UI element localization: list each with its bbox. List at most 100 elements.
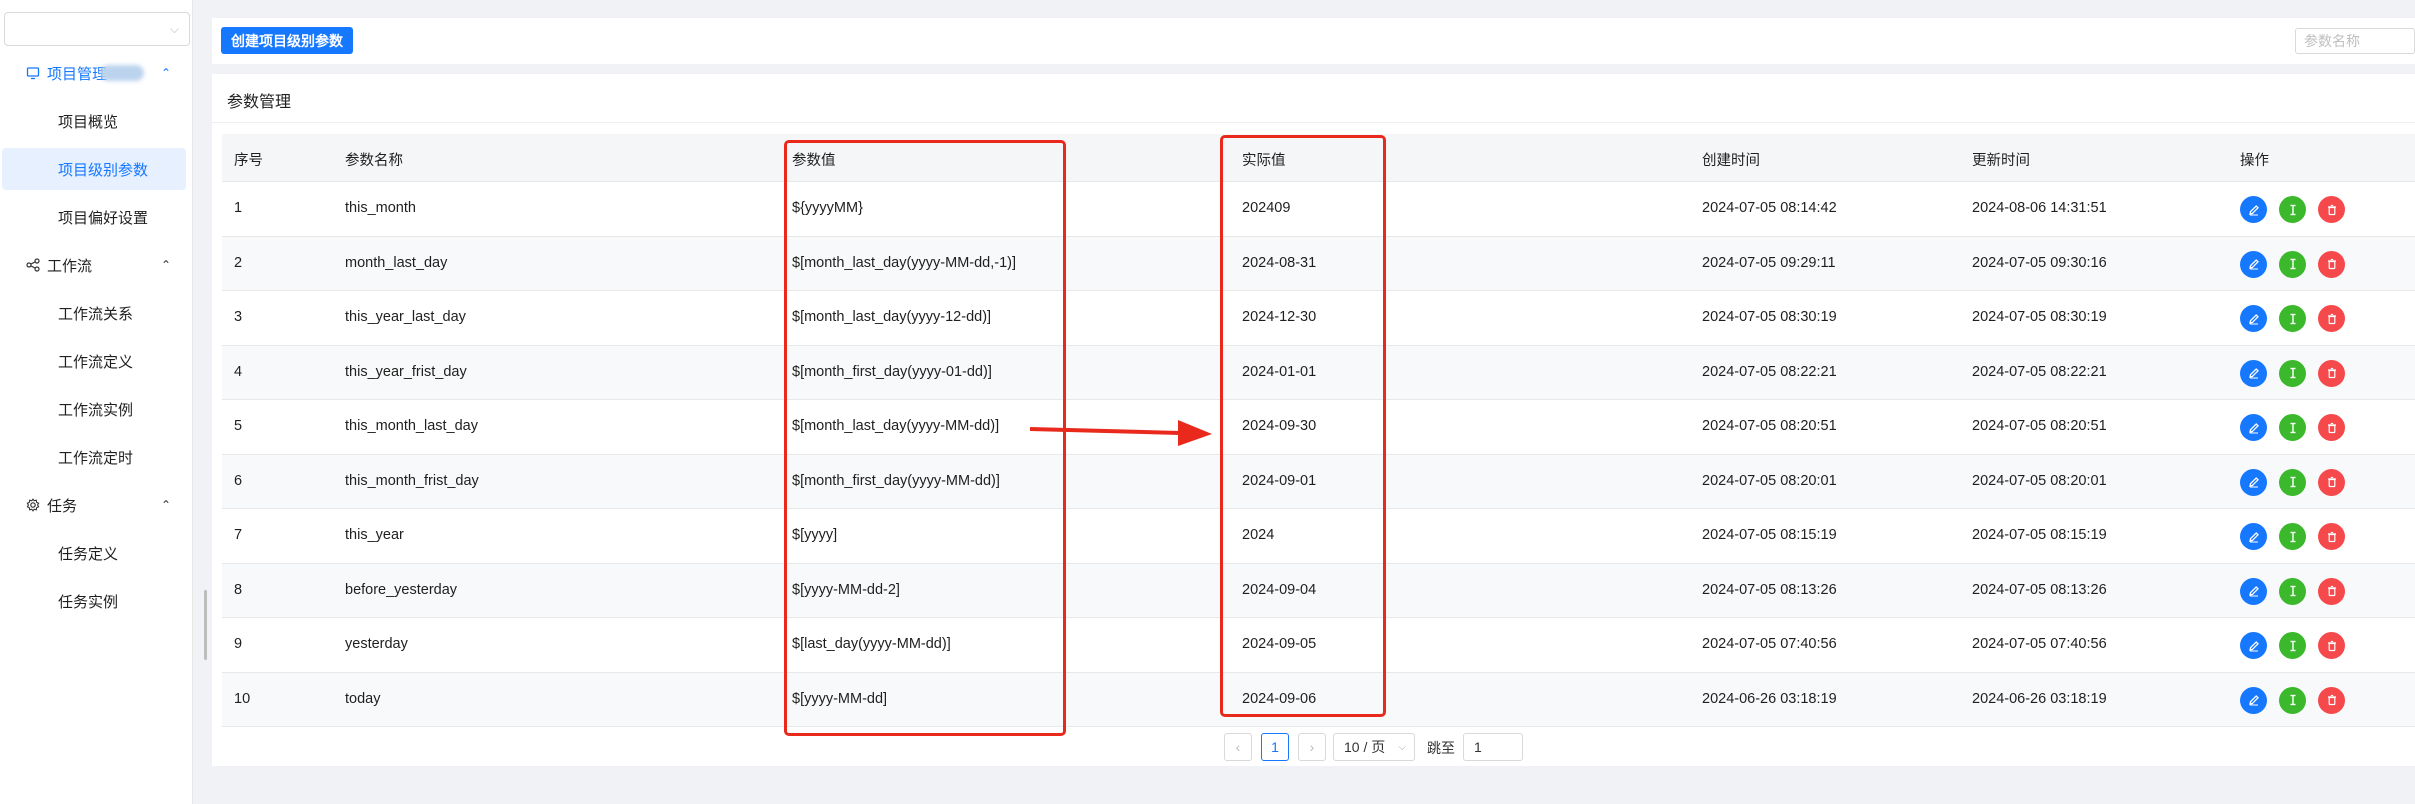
- text-cursor-icon[interactable]: [2279, 523, 2306, 550]
- text-cursor-icon[interactable]: [2279, 632, 2306, 659]
- edit-icon[interactable]: [2240, 359, 2267, 387]
- row-actions: [2240, 359, 2345, 387]
- column-header-updated: 更新时间: [1972, 153, 2030, 169]
- text-cursor-icon[interactable]: [2279, 468, 2306, 496]
- text-cursor-icon[interactable]: [2279, 250, 2306, 278]
- cell-created-time: 2024-07-05 09:29:11: [1702, 254, 1836, 271]
- text-cursor-icon[interactable]: [2279, 686, 2306, 714]
- param-name-search-input[interactable]: [2295, 28, 2415, 54]
- cell-param-name: yesterday: [345, 636, 408, 652]
- text-cursor-icon[interactable]: [2279, 305, 2306, 332]
- text-cursor-icon[interactable]: [2279, 196, 2306, 223]
- cell-index: 1: [234, 200, 243, 216]
- edit-icon[interactable]: [2240, 523, 2267, 550]
- sidebar-group-project[interactable]: 项目管理 ⌃: [0, 53, 193, 93]
- cell-updated-time: 2024-07-05 08:15:19: [1972, 527, 2107, 543]
- cell-created-time: 2024-07-05 08:20:51: [1702, 418, 1837, 434]
- sidebar-item-project-overview[interactable]: 项目概览: [0, 100, 193, 142]
- sidebar-item-project-params[interactable]: 项目级别参数: [2, 148, 186, 190]
- delete-icon[interactable]: [2318, 196, 2345, 223]
- cell-param-name: this_year_last_day: [345, 309, 466, 325]
- delete-icon[interactable]: [2318, 359, 2345, 387]
- cell-updated-time: 2024-07-05 08:22:21: [1972, 363, 2107, 380]
- page-size-select[interactable]: 10 / 页 ⌵: [1333, 733, 1415, 761]
- delete-icon[interactable]: [2318, 523, 2345, 550]
- sidebar-group-label: 工作流: [47, 257, 93, 275]
- edit-icon[interactable]: [2240, 632, 2267, 659]
- text-cursor-icon[interactable]: [2279, 577, 2306, 605]
- cell-updated-time: 2024-07-05 08:13:26: [1972, 581, 2107, 598]
- toolbar: 创建项目级别参数: [212, 18, 2415, 64]
- edit-icon[interactable]: [2240, 414, 2267, 441]
- row-actions: [2240, 196, 2345, 223]
- edit-icon[interactable]: [2240, 305, 2267, 332]
- chevron-down-icon: ⌵: [1398, 741, 1406, 753]
- cell-param-name: this_month: [345, 200, 416, 216]
- sidebar-item-project-preferences[interactable]: 项目偏好设置: [0, 196, 193, 238]
- redacted-blur: [100, 65, 144, 81]
- monitor-icon: [26, 66, 40, 80]
- row-actions: [2240, 414, 2345, 441]
- delete-icon[interactable]: [2318, 414, 2345, 441]
- create-project-param-button[interactable]: 创建项目级别参数: [221, 27, 353, 54]
- row-actions: [2240, 468, 2345, 496]
- cell-param-name: this_year_frist_day: [345, 363, 467, 380]
- edit-icon[interactable]: [2240, 686, 2267, 714]
- sidebar-group-label: 项目管理: [47, 65, 108, 83]
- column-header-created: 创建时间: [1702, 153, 1760, 169]
- cell-updated-time: 2024-07-05 08:20:01: [1972, 472, 2107, 489]
- cell-param-name: before_yesterday: [345, 581, 458, 598]
- edit-icon[interactable]: [2240, 250, 2267, 278]
- cell-param-name: this_month_last_day: [345, 418, 478, 434]
- delete-icon[interactable]: [2318, 250, 2345, 278]
- row-actions: [2240, 250, 2345, 278]
- cell-updated-time: 2024-07-05 09:30:16: [1972, 254, 2107, 271]
- card-title: 参数管理: [227, 94, 292, 111]
- row-actions: [2240, 686, 2345, 714]
- sidebar-item-workflow-schedule[interactable]: 工作流定时: [0, 436, 193, 478]
- row-actions: [2240, 632, 2345, 659]
- row-actions: [2240, 305, 2345, 332]
- page-1-button[interactable]: 1: [1261, 733, 1289, 761]
- sidebar-item-workflow-relation[interactable]: 工作流关系: [0, 292, 193, 334]
- edit-icon[interactable]: [2240, 577, 2267, 605]
- jump-label: 跳至: [1427, 740, 1455, 756]
- divider: [212, 122, 2415, 123]
- project-select[interactable]: ⌵: [4, 12, 190, 46]
- annotation-arrow-icon: [1030, 420, 1212, 446]
- sidebar-item-task-definition[interactable]: 任务定义: [0, 532, 193, 574]
- cell-created-time: 2024-07-05 08:15:19: [1702, 527, 1837, 543]
- sidebar-item-workflow-instance[interactable]: 工作流实例: [0, 388, 193, 430]
- sidebar-group-workflow[interactable]: 工作流 ⌃: [0, 245, 193, 285]
- edit-icon[interactable]: [2240, 196, 2267, 223]
- annotation-box-param-value: [784, 140, 1066, 736]
- share-icon: [26, 258, 40, 272]
- next-page-button[interactable]: ›: [1298, 733, 1326, 761]
- sidebar-item-task-instance[interactable]: 任务实例: [0, 580, 193, 622]
- delete-icon[interactable]: [2318, 686, 2345, 714]
- prev-page-button[interactable]: ‹: [1224, 733, 1252, 761]
- delete-icon[interactable]: [2318, 632, 2345, 659]
- cell-index: 8: [234, 581, 243, 598]
- cell-index: 5: [234, 418, 243, 434]
- sidebar-item-workflow-definition[interactable]: 工作流定义: [0, 340, 193, 382]
- sidebar-scrollbar[interactable]: [204, 590, 207, 660]
- column-header-index: 序号: [234, 153, 263, 169]
- edit-icon[interactable]: [2240, 468, 2267, 496]
- cell-updated-time: 2024-07-05 07:40:56: [1972, 636, 2107, 652]
- delete-icon[interactable]: [2318, 468, 2345, 496]
- cell-created-time: 2024-07-05 07:40:56: [1702, 636, 1837, 652]
- delete-icon[interactable]: [2318, 305, 2345, 332]
- cell-created-time: 2024-07-05 08:22:21: [1702, 363, 1837, 380]
- row-actions: [2240, 523, 2345, 550]
- cell-created-time: 2024-07-05 08:13:26: [1702, 581, 1837, 598]
- cell-updated-time: 2024-06-26 03:18:19: [1972, 690, 2107, 707]
- jump-page-input[interactable]: 1: [1463, 733, 1523, 761]
- sidebar-group-label: 任务: [47, 497, 78, 515]
- cell-created-time: 2024-07-05 08:30:19: [1702, 309, 1837, 325]
- text-cursor-icon[interactable]: [2279, 414, 2306, 441]
- cell-created-time: 2024-06-26 03:18:19: [1702, 690, 1837, 707]
- text-cursor-icon[interactable]: [2279, 359, 2306, 387]
- delete-icon[interactable]: [2318, 577, 2345, 605]
- sidebar-group-task[interactable]: 任务 ⌃: [0, 485, 193, 525]
